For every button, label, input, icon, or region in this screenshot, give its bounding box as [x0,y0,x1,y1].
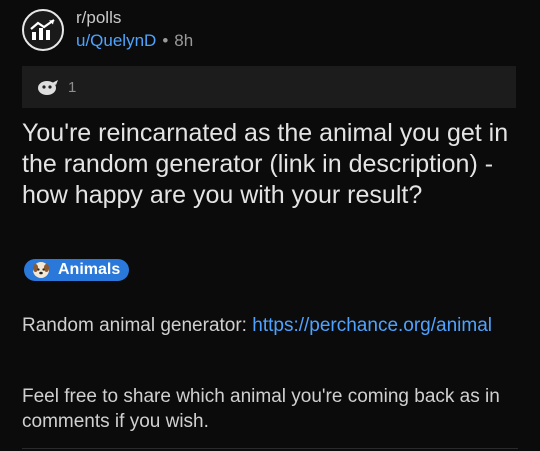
flair-label: Animals [58,261,121,278]
body-paragraph-2: Feel free to share which animal you're c… [22,386,500,432]
post-age: 8h [174,31,194,50]
award-icon [36,76,62,98]
post-header: r/polls u/QuelynD • 8h [22,8,193,52]
separator-dot: • [162,31,169,50]
body-text-intro: Random animal generator: [22,315,253,336]
username-link[interactable]: u/QuelynD [76,31,156,50]
dog-face-icon [32,261,50,279]
subreddit-name[interactable]: r/polls [76,8,193,28]
subreddit-avatar[interactable] [22,9,64,51]
award-count: 1 [68,78,77,96]
post-flair[interactable]: Animals [24,259,130,281]
post-title[interactable]: You're reincarnated as the animal you ge… [22,118,522,211]
user-line: u/QuelynD • 8h [76,30,193,52]
post-meta: r/polls u/QuelynD • 8h [76,8,193,52]
body-paragraph-1: Random animal generator: https://perchan… [22,313,522,338]
generator-link[interactable]: https://perchance.org/animal [252,315,492,336]
awards-bar[interactable]: 1 [22,66,516,108]
divider [22,448,518,449]
chart-icon [30,19,55,40]
